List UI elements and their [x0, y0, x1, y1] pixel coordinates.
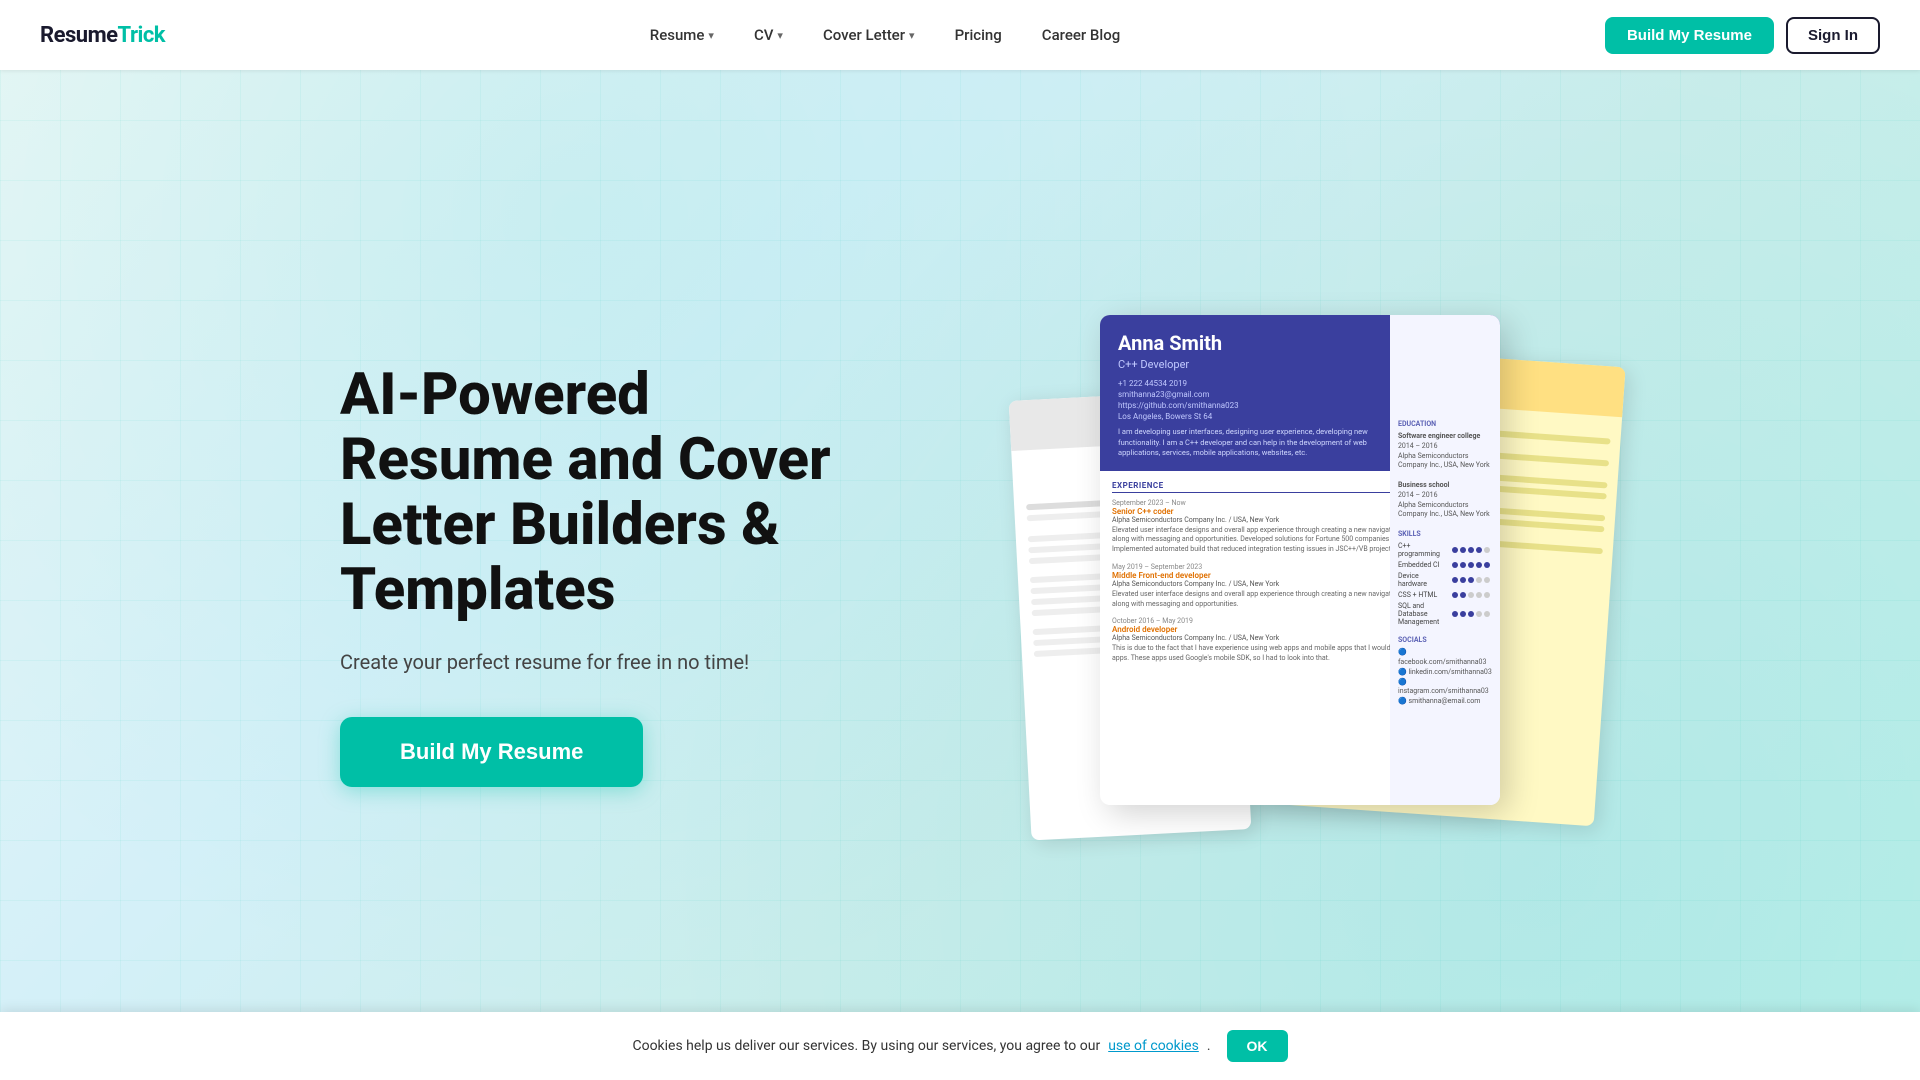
skill-row-3: Device hardware — [1398, 572, 1492, 588]
nav-center: Resume ▾ CV ▾ Cover Letter ▾ Pricing Car… — [634, 18, 1136, 52]
resume-side-panel: Education Software engineer college 2014… — [1390, 315, 1500, 805]
chevron-down-icon: ▾ — [708, 29, 714, 42]
resume-name: Anna Smith — [1118, 331, 1404, 355]
resume-preview-stack: Anna Smith C++ Developer +1 222 44534 20… — [1020, 315, 1580, 835]
skill-row-5: SQL and Database Management — [1398, 602, 1492, 626]
nav-item-cv[interactable]: CV ▾ — [738, 18, 799, 52]
nav-label-resume: Resume — [650, 26, 705, 44]
resume-body: Experience September 2023 – Now Senior C… — [1100, 471, 1500, 806]
hero-section: AI-Powered Resume and Cover Letter Build… — [0, 0, 1920, 1080]
build-resume-hero-button[interactable]: Build My Resume — [340, 717, 643, 787]
side-social: Socials 🔵 facebook.com/smithanna03 🔵 lin… — [1398, 636, 1492, 707]
nav-label-cv: CV — [754, 26, 773, 44]
navbar: ResumeTrick Resume ▾ CV ▾ Cover Letter ▾… — [0, 0, 1920, 70]
skill-row-1: C++ programming — [1398, 542, 1492, 558]
resume-card-main: Anna Smith C++ Developer +1 222 44534 20… — [1100, 315, 1500, 805]
hero-content: AI-Powered Resume and Cover Letter Build… — [260, 255, 1660, 895]
resume-contact: +1 222 44534 2019 smithanna23@gmail.com … — [1118, 379, 1404, 421]
resume-title: C++ Developer — [1118, 358, 1404, 371]
chevron-down-icon: ▾ — [777, 29, 783, 42]
signin-button[interactable]: Sign In — [1786, 17, 1880, 54]
brand-logo[interactable]: ResumeTrick — [40, 23, 165, 48]
brand-name-part1: Resume — [40, 23, 118, 48]
side-skills: Skills C++ programming Embedded CI — [1398, 530, 1492, 626]
nav-label-career-blog: Career Blog — [1042, 26, 1120, 44]
chevron-down-icon: ▾ — [909, 29, 915, 42]
nav-label-cover-letter: Cover Letter — [823, 26, 905, 44]
side-education: Education Software engineer college 2014… — [1398, 420, 1492, 520]
cookie-period: . — [1207, 1038, 1211, 1054]
resume-summary: I am developing user interfaces, designi… — [1118, 427, 1404, 459]
nav-item-career-blog[interactable]: Career Blog — [1026, 18, 1136, 52]
cookie-banner: Cookies help us deliver our services. By… — [0, 1012, 1920, 1080]
skill-row-4: CSS + HTML — [1398, 591, 1492, 599]
skill-row-2: Embedded CI — [1398, 561, 1492, 569]
build-resume-nav-button[interactable]: Build My Resume — [1605, 17, 1774, 54]
brand-name-part2: Trick — [118, 23, 166, 48]
cookie-ok-button[interactable]: OK — [1227, 1030, 1288, 1062]
hero-left: AI-Powered Resume and Cover Letter Build… — [340, 363, 860, 787]
nav-label-pricing: Pricing — [955, 26, 1002, 44]
nav-right: Build My Resume Sign In — [1605, 17, 1880, 54]
nav-item-cover-letter[interactable]: Cover Letter ▾ — [807, 18, 931, 52]
nav-item-pricing[interactable]: Pricing — [939, 18, 1018, 52]
hero-headline: AI-Powered Resume and Cover Letter Build… — [340, 363, 860, 623]
hero-subtext: Create your perfect resume for free in n… — [340, 647, 860, 677]
cookie-link[interactable]: use of cookies — [1108, 1038, 1199, 1054]
cookie-text: Cookies help us deliver our services. By… — [632, 1038, 1100, 1054]
nav-item-resume[interactable]: Resume ▾ — [634, 18, 730, 52]
